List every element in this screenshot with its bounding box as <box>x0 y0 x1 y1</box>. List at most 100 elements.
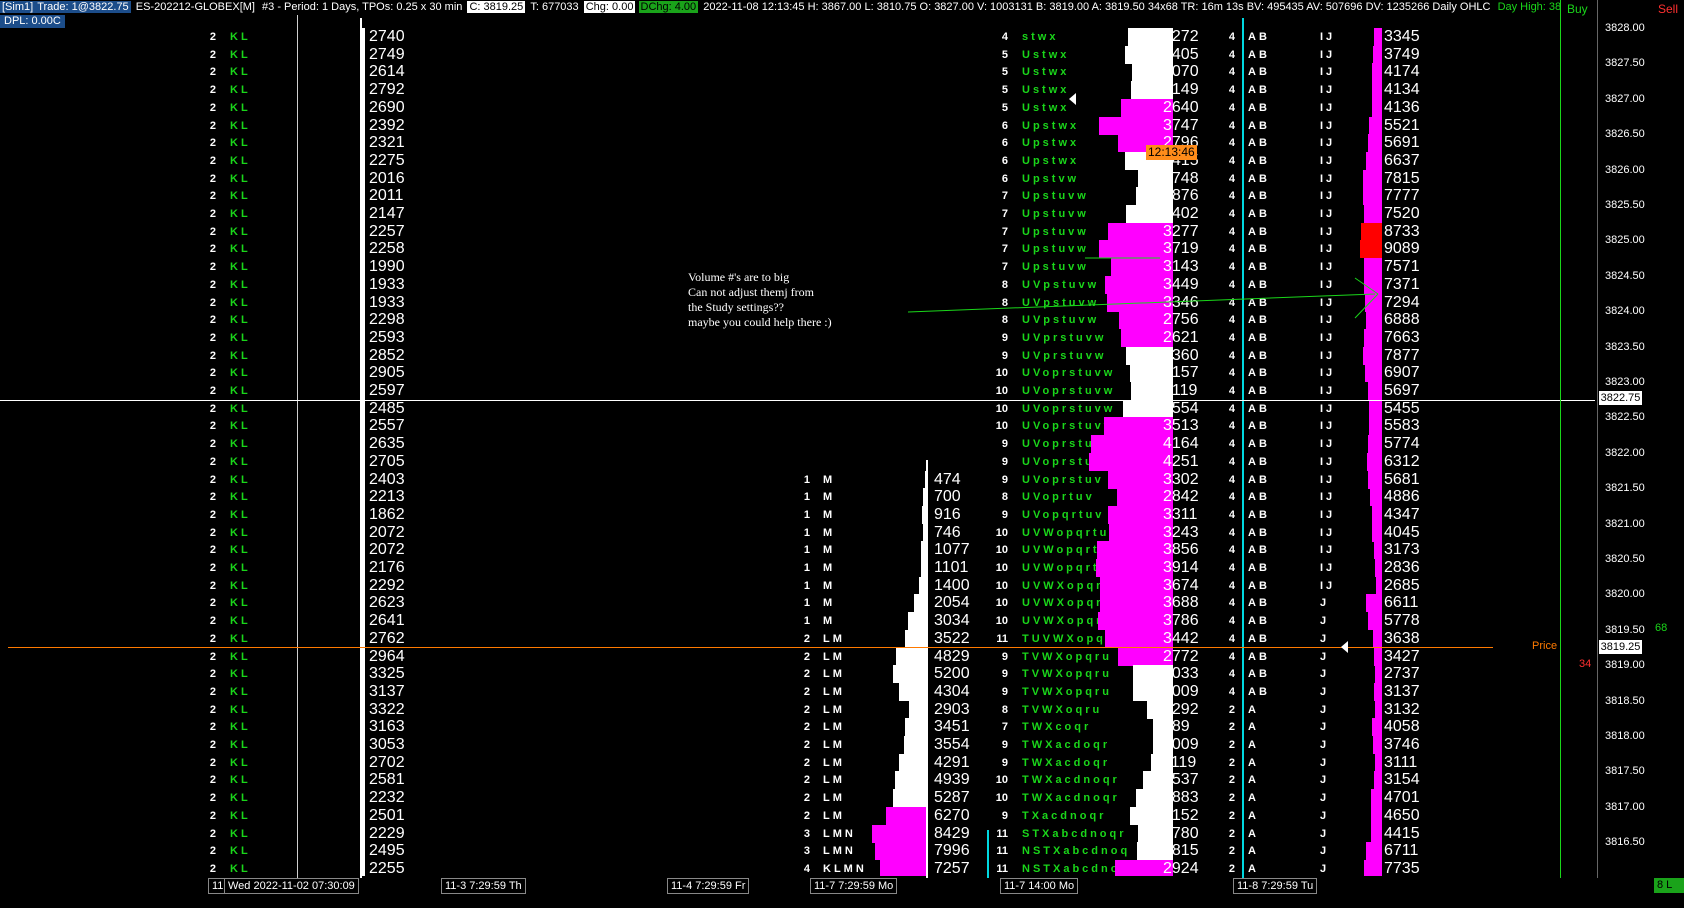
volume-value: 3137 <box>1384 682 1420 700</box>
volume-value: 2836 <box>1384 559 1420 576</box>
tpo-letters: KL <box>230 685 251 698</box>
volume-value: 6270 <box>934 806 970 824</box>
user-annotation[interactable]: Volume #'s are to big Can not adjust the… <box>688 270 832 330</box>
tpo-count: 2 <box>209 685 216 698</box>
volume-value: 7815 <box>1384 169 1420 187</box>
volume-bar <box>1368 435 1382 454</box>
tpo-letters: Ustwx <box>1022 101 1070 114</box>
price-tick: 3826.50 <box>1605 128 1645 141</box>
tpo-letters: NSTXabcdnoq <box>1022 845 1131 858</box>
volume-value: 2054 <box>934 594 970 612</box>
volume-value: 2737 <box>1384 665 1420 683</box>
volume-bar <box>1364 293 1382 312</box>
period-letters: IJ <box>1320 579 1336 592</box>
period-letters: IJ <box>1320 48 1336 61</box>
price-tick: 3827.00 <box>1605 92 1645 105</box>
volume-value: 1933 <box>369 293 405 311</box>
period-letters: IJ <box>1320 473 1336 486</box>
volume-value: 7735 <box>1384 859 1420 876</box>
period-letters: J <box>1320 597 1330 610</box>
volume-value: 4347 <box>1384 505 1420 523</box>
volume-value: 1400 <box>934 576 970 594</box>
tpo-row: 2 KL 2614 5 Ustwx 2070 4 AB IJ 4174 <box>0 63 1560 82</box>
tpo-count: 2 <box>209 84 216 97</box>
price-tick: 3821.50 <box>1605 482 1645 495</box>
volume-value: 2905 <box>369 364 405 382</box>
price-tick: 3825.50 <box>1605 199 1645 211</box>
period-letters: J <box>1320 756 1330 769</box>
price-tick: 3817.00 <box>1605 800 1645 813</box>
tpo-letters: KL <box>230 154 251 167</box>
tpo-row: 2 KL 2229 3 LMN 8429 11 STXabcdnoqr 1780 2 A J 4415 <box>0 824 1560 843</box>
date-label: 11-7 14:00 Mo <box>1000 878 1079 894</box>
tpo-count: 1 <box>803 562 810 574</box>
volume-bar <box>1096 541 1173 560</box>
price-tick: 3821.00 <box>1605 517 1645 530</box>
tpo-count: 10 <box>995 774 1008 787</box>
period-letters: AB <box>1248 243 1270 256</box>
volume-bar <box>1366 452 1382 471</box>
volume-value: 7520 <box>1384 205 1420 222</box>
tpo-count: 7 <box>1001 225 1008 238</box>
volume-value: 3449 <box>1163 275 1199 293</box>
volume-bar <box>893 665 928 684</box>
tpo-count: 11 <box>996 632 1008 645</box>
volume-value: 3243 <box>1163 523 1199 541</box>
tpo-count: 2 <box>209 473 216 486</box>
tpo-row: 2 KL 2702 2 LM 4291 9 TWXacdoqr 1119 2 A J 3111 <box>0 753 1560 772</box>
volume-bar <box>1360 240 1382 259</box>
volume-bar <box>1366 151 1382 170</box>
tpo-letters: KL <box>230 101 251 114</box>
tpo-letters: UVpstuvw <box>1022 314 1100 327</box>
volume-value: 1748 <box>1163 169 1199 187</box>
tpo-count: 4 <box>1228 579 1235 592</box>
annotation-line: Volume #'s are to big <box>688 270 790 284</box>
tpo-row: 2 KL 2403 1 M 474 9 UVoprstuv 3302 4 AB IJ 5681 <box>0 470 1560 489</box>
volume-value: 3513 <box>1163 417 1199 435</box>
tpo-count: 4 <box>1228 208 1235 220</box>
tpo-letters: KL <box>230 739 251 751</box>
tpo-count: 4 <box>1228 278 1235 291</box>
volume-value: 2597 <box>369 382 405 399</box>
tpo-letters: KL <box>230 792 251 805</box>
period-letters: IJ <box>1320 526 1336 539</box>
volume-value: 4136 <box>1384 98 1420 116</box>
tpo-letters: UVoprstuvw <box>1022 402 1116 415</box>
period-letters: AB <box>1248 420 1270 433</box>
period-letters: AB <box>1248 331 1270 344</box>
volume-value: 4415 <box>1384 824 1420 842</box>
volume-bar <box>1374 771 1382 790</box>
price-line-label: Price <box>1532 640 1558 652</box>
date-label: 11-8 7:29:59 Tu <box>1233 878 1318 894</box>
volume-value: 2157 <box>1163 364 1199 382</box>
time-badge: 12:13:46 <box>1146 145 1197 160</box>
period-letters: AB <box>1248 526 1270 539</box>
tpo-letters: KL <box>230 809 251 822</box>
tpo-count: 8 <box>1001 491 1008 504</box>
date-axis[interactable]: 11 Wed 2022-11-02 07:30:09 11-3 7:29:59 … <box>0 878 1684 894</box>
tpo-letters: Ustwx <box>1022 84 1070 97</box>
tpo-count: 7 <box>1001 208 1008 220</box>
volume-value: 4174 <box>1384 63 1420 81</box>
tpo-profile-chart[interactable]: 2 KL 2740 4 stwx 2272 4 AB IJ 3345 2 KL 2749 5 Ustwx 24… <box>0 18 1560 876</box>
volume-value: 2501 <box>369 806 405 824</box>
period-letters: AB <box>1248 650 1270 663</box>
buy-button[interactable]: Buy <box>1567 2 1588 16</box>
volume-value: 3163 <box>369 718 405 736</box>
volume-value: 3154 <box>1384 771 1420 789</box>
buy-panel[interactable] <box>1560 0 1598 880</box>
volume-value: 2495 <box>369 842 405 860</box>
price-tick: 3823.50 <box>1605 340 1645 353</box>
tpo-row: 2 KL 2581 2 LM 4939 10 TWXacdnoqr 1537 2 A J 3154 <box>0 771 1560 790</box>
tpo-letters: LM <box>823 739 845 751</box>
period-letters: AB <box>1248 455 1270 468</box>
price-tick: 3819.00 <box>1605 659 1645 672</box>
price-axis[interactable]: 3828.00 3827.50 3827.00 3826.50 3826.00 3825.… <box>1597 0 1684 880</box>
period-letters: J <box>1320 774 1330 787</box>
tpo-letters: LM <box>823 774 845 787</box>
volume-bar <box>1364 275 1382 294</box>
tpo-count: 2 <box>209 66 216 79</box>
period-letters: AB <box>1248 278 1270 291</box>
volume-bar <box>892 789 928 808</box>
sell-button[interactable]: Sell <box>1658 2 1678 16</box>
